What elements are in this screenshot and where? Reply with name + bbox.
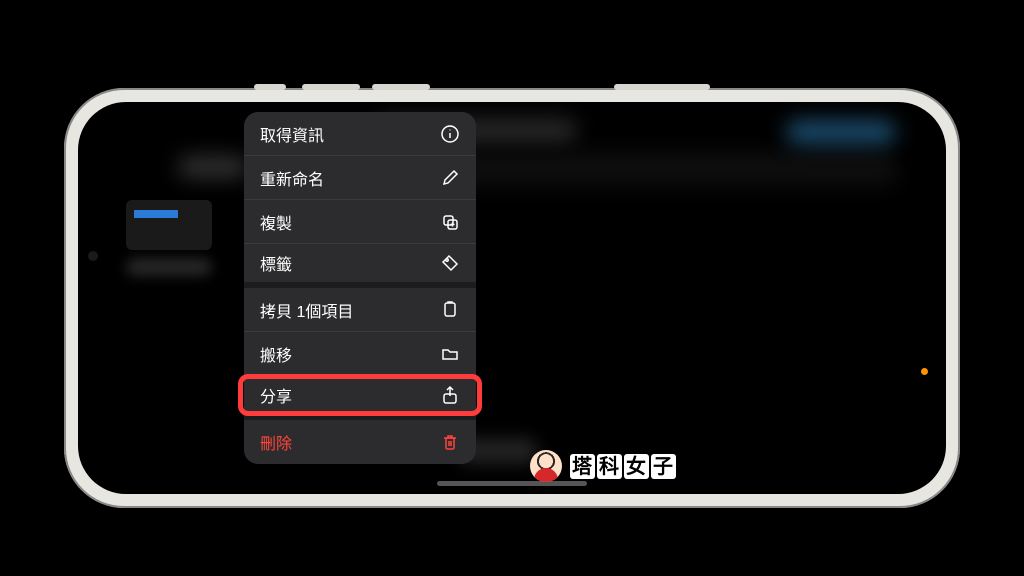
menu-item-share[interactable]: 分享 [244, 376, 476, 420]
menu-item-delete[interactable]: 刪除 [244, 420, 476, 464]
recording-indicator-dot [921, 368, 928, 375]
watermark: 塔科女子 [530, 450, 676, 482]
share-icon [440, 385, 460, 405]
screen: 取得資訊 重新命名 複製 標籤 [78, 102, 946, 494]
copy-icon [440, 300, 460, 320]
folder-icon [440, 344, 460, 364]
menu-item-tags[interactable]: 標籤 [244, 244, 476, 288]
menu-item-label: 重新命名 [260, 166, 324, 190]
menu-item-rename[interactable]: 重新命名 [244, 156, 476, 200]
menu-item-label: 複製 [260, 210, 292, 234]
pencil-icon [440, 168, 460, 188]
trash-icon [440, 432, 460, 452]
watermark-avatar [530, 450, 562, 482]
context-menu: 取得資訊 重新命名 複製 標籤 [244, 112, 476, 464]
file-thumbnail[interactable] [126, 200, 212, 250]
notch [78, 233, 104, 363]
menu-item-label: 刪除 [260, 430, 292, 454]
menu-item-label: 標籤 [260, 251, 292, 275]
phone-button [254, 84, 286, 90]
menu-item-label: 分享 [260, 383, 292, 407]
menu-item-label: 搬移 [260, 342, 292, 366]
watermark-text: 塔科女子 [570, 454, 676, 479]
phone-button [614, 84, 710, 90]
menu-item-move[interactable]: 搬移 [244, 332, 476, 376]
tag-icon [440, 253, 460, 273]
menu-item-get-info[interactable]: 取得資訊 [244, 112, 476, 156]
phone-button [372, 84, 430, 90]
menu-item-duplicate[interactable]: 複製 [244, 200, 476, 244]
menu-item-label: 取得資訊 [260, 122, 324, 146]
duplicate-icon [440, 212, 460, 232]
phone-frame: 取得資訊 重新命名 複製 標籤 [64, 88, 960, 508]
file-label-blurred [126, 258, 212, 276]
menu-item-label: 拷貝 1個項目 [260, 298, 353, 322]
info-icon [440, 124, 460, 144]
menu-item-copy[interactable]: 拷貝 1個項目 [244, 288, 476, 332]
phone-button [302, 84, 360, 90]
